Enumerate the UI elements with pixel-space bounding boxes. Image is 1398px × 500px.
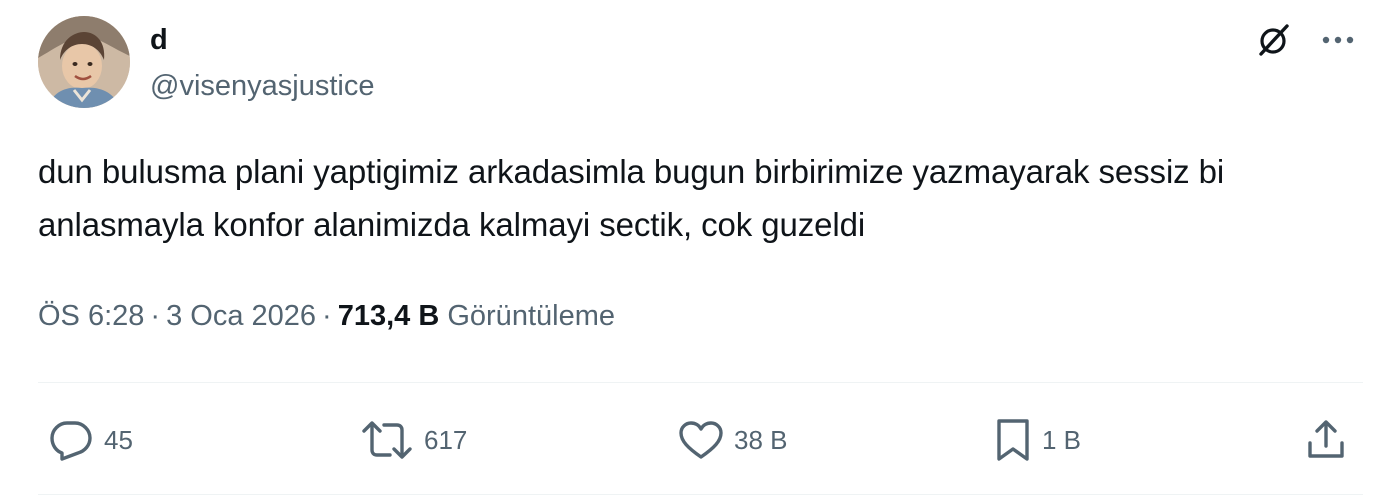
reply-button[interactable]: 45 (48, 412, 133, 468)
more-options-button[interactable] (1316, 18, 1360, 62)
meta-separator: · (150, 300, 161, 332)
more-horizontal-icon (1322, 36, 1354, 44)
tweet-text: dun bulusma plani yaptigimiz arkadasimla… (38, 153, 1225, 243)
tweet-meta: ÖS 6:28 · 3 Oca 2026 · 713,4 B Görüntüleme (38, 296, 615, 336)
bookmark-icon (997, 419, 1029, 461)
share-icon (1308, 420, 1344, 458)
repost-icon (362, 421, 412, 459)
avatar[interactable] (38, 16, 130, 108)
bookmark-count: 1 B (1042, 425, 1082, 455)
repost-button[interactable]: 617 (360, 412, 467, 468)
author-handle[interactable]: @visenyasjustice (150, 68, 374, 104)
divider (38, 494, 1363, 495)
views-count[interactable]: 713,4 B (338, 300, 440, 332)
divider (38, 382, 1363, 383)
tweet-time[interactable]: ÖS 6:28 (38, 300, 144, 332)
repost-count: 617 (424, 425, 468, 455)
heart-icon (679, 421, 723, 459)
meta-separator: · (322, 300, 332, 332)
views-label: Görüntüleme (447, 300, 615, 332)
author-display-name[interactable]: d (150, 22, 168, 58)
share-button[interactable] (1306, 412, 1346, 468)
tweet-card: d @visenyasjustice dun bulusma plani yap… (0, 0, 1398, 500)
tweet-date[interactable]: 3 Oca 2026 (166, 300, 316, 332)
grok-icon (1259, 24, 1289, 56)
reply-count: 45 (104, 425, 133, 455)
reply-icon (50, 421, 92, 461)
like-count: 38 B (734, 425, 788, 455)
like-button[interactable]: 38 B (678, 412, 788, 468)
bookmark-button[interactable]: 1 B (994, 412, 1081, 468)
child-portrait-avatar-icon (38, 16, 130, 108)
grok-button[interactable] (1252, 18, 1296, 62)
